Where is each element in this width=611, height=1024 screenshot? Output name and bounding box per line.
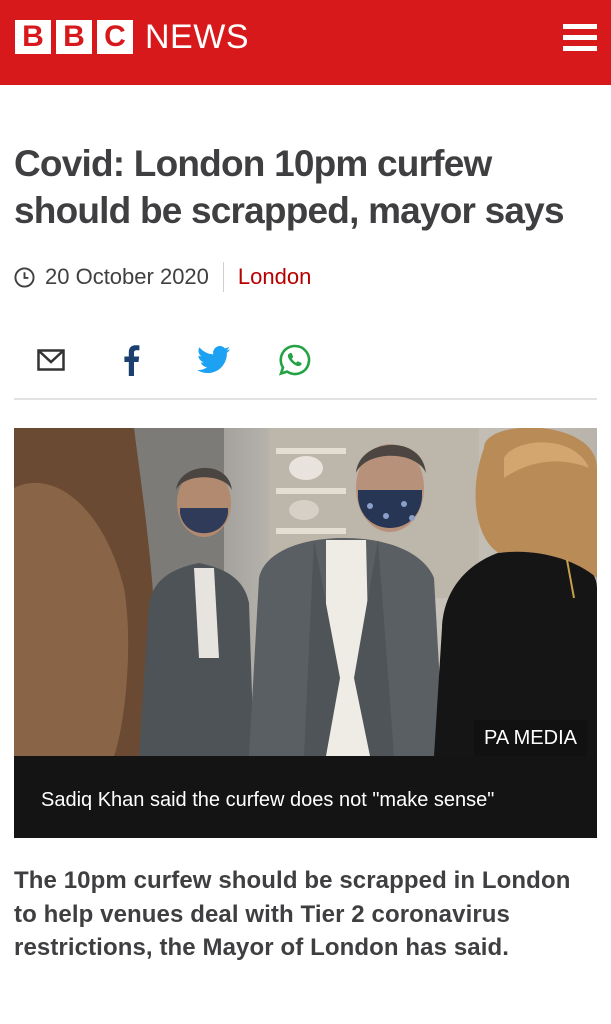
email-icon (37, 349, 65, 371)
clock-icon (14, 266, 35, 288)
share-divider (14, 398, 597, 400)
share-twitter-button[interactable] (194, 340, 234, 380)
logo-block-b1: B (15, 20, 51, 54)
article-meta: 20 October 2020 London (14, 262, 311, 292)
logo-block-b2: B (56, 20, 92, 54)
logo-news-text: NEWS (145, 18, 249, 56)
menu-bar (563, 46, 597, 51)
topic-link[interactable]: London (238, 264, 311, 290)
photo-illustration (14, 428, 597, 756)
image-caption: Sadiq Khan said the curfew does not "mak… (14, 756, 597, 838)
article-image: PA MEDIA (14, 428, 597, 756)
whatsapp-icon (278, 344, 311, 376)
meta-divider (222, 262, 224, 292)
hamburger-menu-icon[interactable] (563, 24, 597, 51)
site-header: B B C NEWS (0, 0, 611, 85)
share-whatsapp-button[interactable] (276, 340, 314, 380)
image-credit: PA MEDIA (474, 720, 587, 756)
article-headline: Covid: London 10pm curfew should be scra… (14, 143, 565, 231)
article-date: 20 October 2020 (45, 264, 209, 289)
facebook-icon (124, 345, 140, 376)
bbc-news-logo[interactable]: B B C NEWS (15, 20, 249, 54)
share-facebook-button[interactable] (116, 340, 146, 380)
article-intro: The 10pm curfew should be scrapped in Lo… (14, 867, 571, 961)
menu-bar (563, 35, 597, 40)
logo-block-c: C (97, 20, 133, 54)
menu-bar (563, 24, 597, 29)
share-email-button[interactable] (34, 340, 68, 380)
twitter-icon (197, 346, 231, 374)
